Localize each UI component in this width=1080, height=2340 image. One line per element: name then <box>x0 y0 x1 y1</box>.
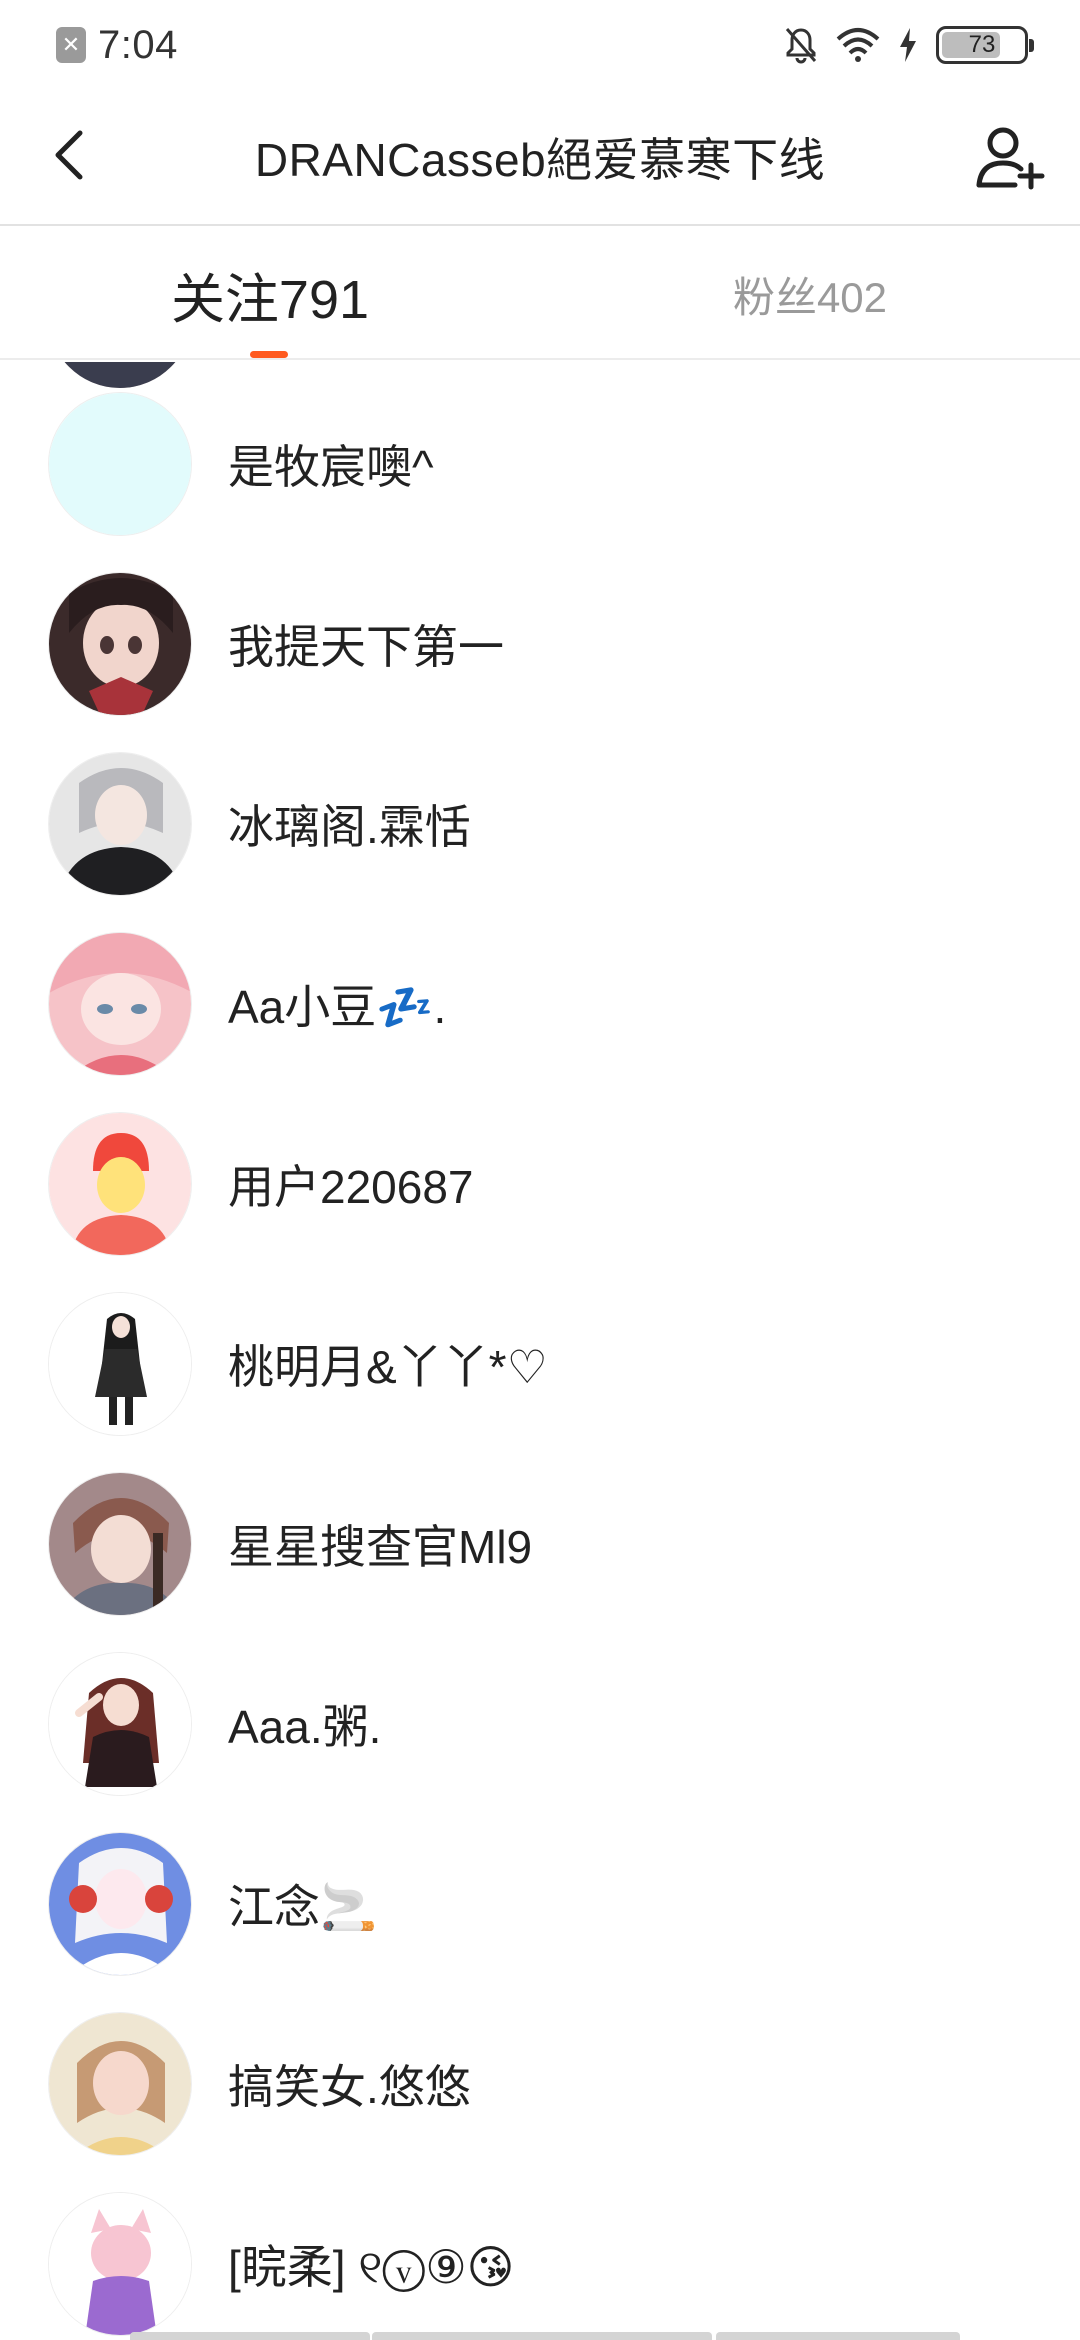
wifi-icon <box>836 28 880 62</box>
list-item[interactable]: Aaa.粥. <box>0 1634 1080 1814</box>
username[interactable]: 我提天下第一 <box>228 611 504 677</box>
username[interactable]: 是牧宸噢^ <box>228 431 434 497</box>
top-bar: DRANCasseb絕爱慕寒下线 <box>0 90 1080 226</box>
bottom-indicator <box>130 2332 370 2340</box>
bell-muted-icon <box>785 28 817 64</box>
status-right: 73 <box>784 26 1034 64</box>
avatar[interactable] <box>48 572 192 716</box>
charging-bolt-icon <box>900 28 916 62</box>
list-item[interactable]: Aa小豆💤. <box>0 914 1080 1094</box>
list-item[interactable]: [睆柔] ୧ⓥ⑨😘 <box>0 2174 1080 2340</box>
avatar[interactable] <box>48 932 192 1076</box>
battery-icon: 73 <box>936 26 1034 64</box>
notification-x-icon: ✕ <box>56 27 86 63</box>
avatar[interactable] <box>48 1832 192 1976</box>
username[interactable]: 星星搜查官Ml9 <box>228 1511 532 1577</box>
username[interactable]: [睆柔] ୧ⓥ⑨😘 <box>228 2231 515 2297</box>
status-left: ✕ 7:04 <box>56 23 178 68</box>
page-title: DRANCasseb絕爱慕寒下线 <box>254 134 826 186</box>
tab-fans[interactable]: 粉丝402 <box>630 228 990 360</box>
tab-following-label: 关注791 <box>170 269 370 330</box>
bottom-indicator <box>372 2332 712 2340</box>
list-item[interactable]: 搞笑女.悠悠 <box>0 1994 1080 2174</box>
tab-fans-label: 粉丝402 <box>732 273 888 321</box>
avatar[interactable] <box>48 1472 192 1616</box>
username[interactable]: 用户220687 <box>228 1151 474 1217</box>
avatar[interactable] <box>48 2192 192 2336</box>
avatar[interactable] <box>48 1292 192 1436</box>
bottom-indicator <box>716 2332 960 2340</box>
active-tab-indicator <box>250 351 288 358</box>
add-user-icon <box>976 127 1045 190</box>
avatar[interactable] <box>48 752 192 896</box>
list-item[interactable]: 我提天下第一 <box>0 554 1080 734</box>
list-item[interactable]: 是牧宸噢^ <box>0 374 1080 554</box>
username[interactable]: 江念🚬 <box>228 1871 377 1937</box>
list-item[interactable]: 星星搜查官Ml9 <box>0 1454 1080 1634</box>
avatar[interactable] <box>48 1652 192 1796</box>
status-time: 7:04 <box>98 22 178 67</box>
list-item[interactable]: 用户220687 <box>0 1094 1080 1274</box>
battery-level: 73 <box>968 31 996 58</box>
avatar[interactable] <box>48 392 192 536</box>
avatar[interactable] <box>48 1112 192 1256</box>
chevron-left-icon <box>55 130 83 180</box>
username[interactable]: 桃明月&丫丫*♡ <box>228 1331 548 1397</box>
tab-bar: 关注791 粉丝402 <box>0 228 1080 360</box>
add-user-button[interactable] <box>970 118 1050 198</box>
following-list[interactable]: 是牧宸噢^ 我提天下第一 冰璃阁.霖恬 Aa小豆💤. 用户220687 桃明月&… <box>0 362 1080 2340</box>
back-button[interactable] <box>40 120 100 190</box>
username[interactable]: Aa小豆💤. <box>228 971 446 1037</box>
list-item[interactable]: 桃明月&丫丫*♡ <box>0 1274 1080 1454</box>
status-bar: ✕ 7:04 73 <box>0 0 1080 90</box>
list-item[interactable]: 冰璃阁.霖恬 <box>0 734 1080 914</box>
username[interactable]: 搞笑女.悠悠 <box>228 2051 471 2117</box>
tab-following[interactable]: 关注791 <box>90 228 450 360</box>
avatar[interactable] <box>48 2012 192 2156</box>
list-item[interactable]: 江念🚬 <box>0 1814 1080 1994</box>
username[interactable]: 冰璃阁.霖恬 <box>228 791 471 857</box>
username[interactable]: Aaa.粥. <box>228 1691 381 1757</box>
